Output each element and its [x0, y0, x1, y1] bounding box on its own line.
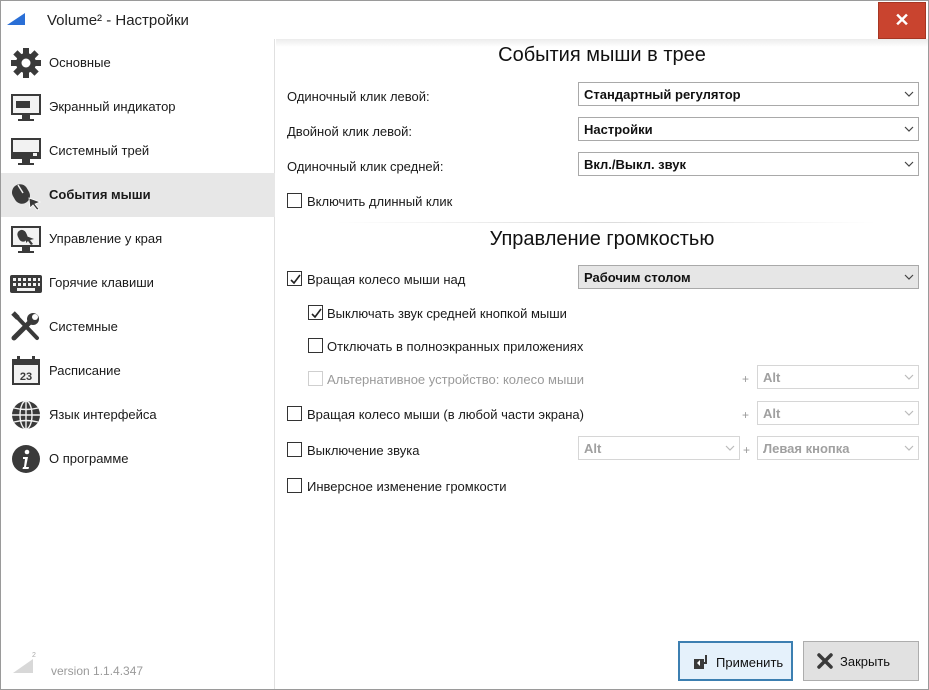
chevron-down-icon: [904, 91, 914, 97]
section-title-volume: Управление громкостью: [489, 228, 715, 250]
mute-button-select[interactable]: Левая кнопка: [757, 436, 919, 460]
sidebar-item-edge[interactable]: Управление у края: [1, 217, 275, 261]
sidebar-item-label: О программе: [49, 451, 129, 466]
section-title-tray: События мыши в трее: [498, 44, 706, 66]
monitor-indicator-icon: [11, 94, 41, 121]
calendar-icon: 23: [12, 356, 40, 385]
close-icon: ✕: [894, 10, 910, 30]
double-left-click-select[interactable]: Настройки: [578, 117, 919, 141]
inverse-checkbox[interactable]: [287, 478, 302, 493]
close-button[interactable]: Закрыть: [803, 641, 919, 681]
wheel-over-select[interactable]: Рабочим столом: [578, 265, 919, 289]
settings-window: Volume² - Настройки ✕ Основные Экранный …: [0, 0, 929, 690]
alt-device-checkbox[interactable]: [308, 371, 323, 386]
version-label: version 1.1.4.347: [51, 664, 144, 678]
single-middle-click-select[interactable]: Вкл./Выкл. звук: [578, 152, 919, 176]
plus-sign: +: [743, 443, 751, 457]
sidebar-item-language[interactable]: Язык интерфейса: [1, 393, 275, 437]
sidebar-item-label: Системный трей: [49, 143, 150, 158]
sidebar-item-mouse-events[interactable]: События мыши: [1, 173, 275, 217]
mouse-events-icon: [12, 184, 42, 211]
wheel-anywhere-label: Вращая колесо мыши (в любой части экрана…: [307, 407, 584, 422]
mute-checkbox[interactable]: [287, 442, 302, 457]
window-title: Volume² - Настройки: [47, 12, 189, 29]
chevron-down-icon: [904, 161, 914, 167]
sidebar-item-about[interactable]: О программе: [1, 437, 275, 481]
keyboard-icon: [10, 275, 42, 293]
checkmark-icon: [290, 274, 301, 285]
sidebar-item-label: События мыши: [49, 187, 151, 202]
wheel-over-label: Вращая колесо мыши над: [307, 272, 466, 287]
sidebar-item-label: Экранный индикатор: [49, 99, 176, 114]
double-left-click-label: Двойной клик левой:: [287, 124, 412, 139]
sidebar-item-basic[interactable]: Основные: [1, 41, 275, 85]
volume-logo-icon: [7, 13, 25, 25]
gear-icon: [11, 48, 41, 78]
wheel-anywhere-checkbox[interactable]: [287, 406, 302, 421]
mute-middle-label: Выключать звук средней кнопкой мыши: [327, 306, 567, 321]
mute-label: Выключение звука: [307, 443, 420, 458]
sidebar: Основные Экранный индикатор Системный тр…: [1, 39, 275, 689]
edge-control-icon: [11, 226, 41, 253]
chevron-down-icon: [904, 374, 914, 380]
plus-sign: +: [742, 372, 750, 386]
sidebar-item-label: Основные: [49, 55, 111, 70]
close-icon: [817, 653, 833, 669]
alt-device-modifier-select[interactable]: Alt: [757, 365, 919, 389]
main-panel: События мыши в трее Одиночный клик левой…: [276, 39, 928, 689]
plus-sign: +: [742, 408, 750, 422]
checkmark-icon: [311, 308, 322, 319]
single-left-click-select[interactable]: Стандартный регулятор: [578, 82, 919, 106]
single-left-click-label: Одиночный клик левой:: [287, 89, 430, 104]
apply-button[interactable]: Применить: [678, 641, 793, 681]
long-click-label: Включить длинный клик: [307, 194, 453, 209]
apply-icon: [694, 655, 707, 669]
window-close-button[interactable]: ✕: [878, 2, 926, 39]
fullscreen-off-label: Отключать в полноэкранных приложениях: [327, 339, 584, 354]
volume-logo-icon: 2: [13, 652, 36, 673]
sidebar-item-label: Системные: [49, 319, 118, 334]
alt-device-label: Альтернативное устройство: колесо мыши: [327, 372, 585, 387]
chevron-down-icon: [904, 126, 914, 132]
sidebar-item-schedule[interactable]: 23 Расписание: [1, 349, 275, 393]
globe-icon: [12, 400, 40, 430]
sidebar-item-hotkeys[interactable]: Горячие клавиши: [1, 261, 275, 305]
long-click-checkbox[interactable]: [287, 193, 302, 208]
wheel-anywhere-modifier-select[interactable]: Alt: [757, 401, 919, 425]
info-icon: [12, 445, 40, 473]
title-bar: Volume² - Настройки ✕: [1, 1, 928, 39]
mute-middle-checkbox[interactable]: [308, 305, 323, 320]
inverse-label: Инверсное изменение громкости: [307, 479, 507, 494]
tools-icon: [11, 311, 39, 341]
sidebar-item-tray[interactable]: Системный трей: [1, 129, 275, 173]
sidebar-item-osd[interactable]: Экранный индикатор: [1, 85, 275, 129]
system-tray-icon: [11, 138, 41, 165]
single-middle-click-label: Одиночный клик средней:: [287, 159, 444, 174]
wheel-over-checkbox[interactable]: [287, 271, 302, 286]
chevron-down-icon: [904, 410, 914, 416]
sidebar-item-label: Горячие клавиши: [49, 275, 154, 290]
section-divider: [336, 222, 876, 223]
fullscreen-off-checkbox[interactable]: [308, 338, 323, 353]
chevron-down-icon: [725, 445, 735, 451]
sidebar-item-label: Управление у края: [49, 231, 163, 246]
sidebar-item-system[interactable]: Системные: [1, 305, 275, 349]
mute-modifier-select[interactable]: Alt: [578, 436, 740, 460]
calendar-day: 23: [20, 371, 32, 383]
volume-logo-superscript: 2: [32, 652, 36, 659]
sidebar-item-label: Язык интерфейса: [49, 407, 157, 422]
chevron-down-icon: [904, 445, 914, 451]
chevron-down-icon: [904, 274, 914, 280]
sidebar-item-label: Расписание: [49, 363, 121, 378]
